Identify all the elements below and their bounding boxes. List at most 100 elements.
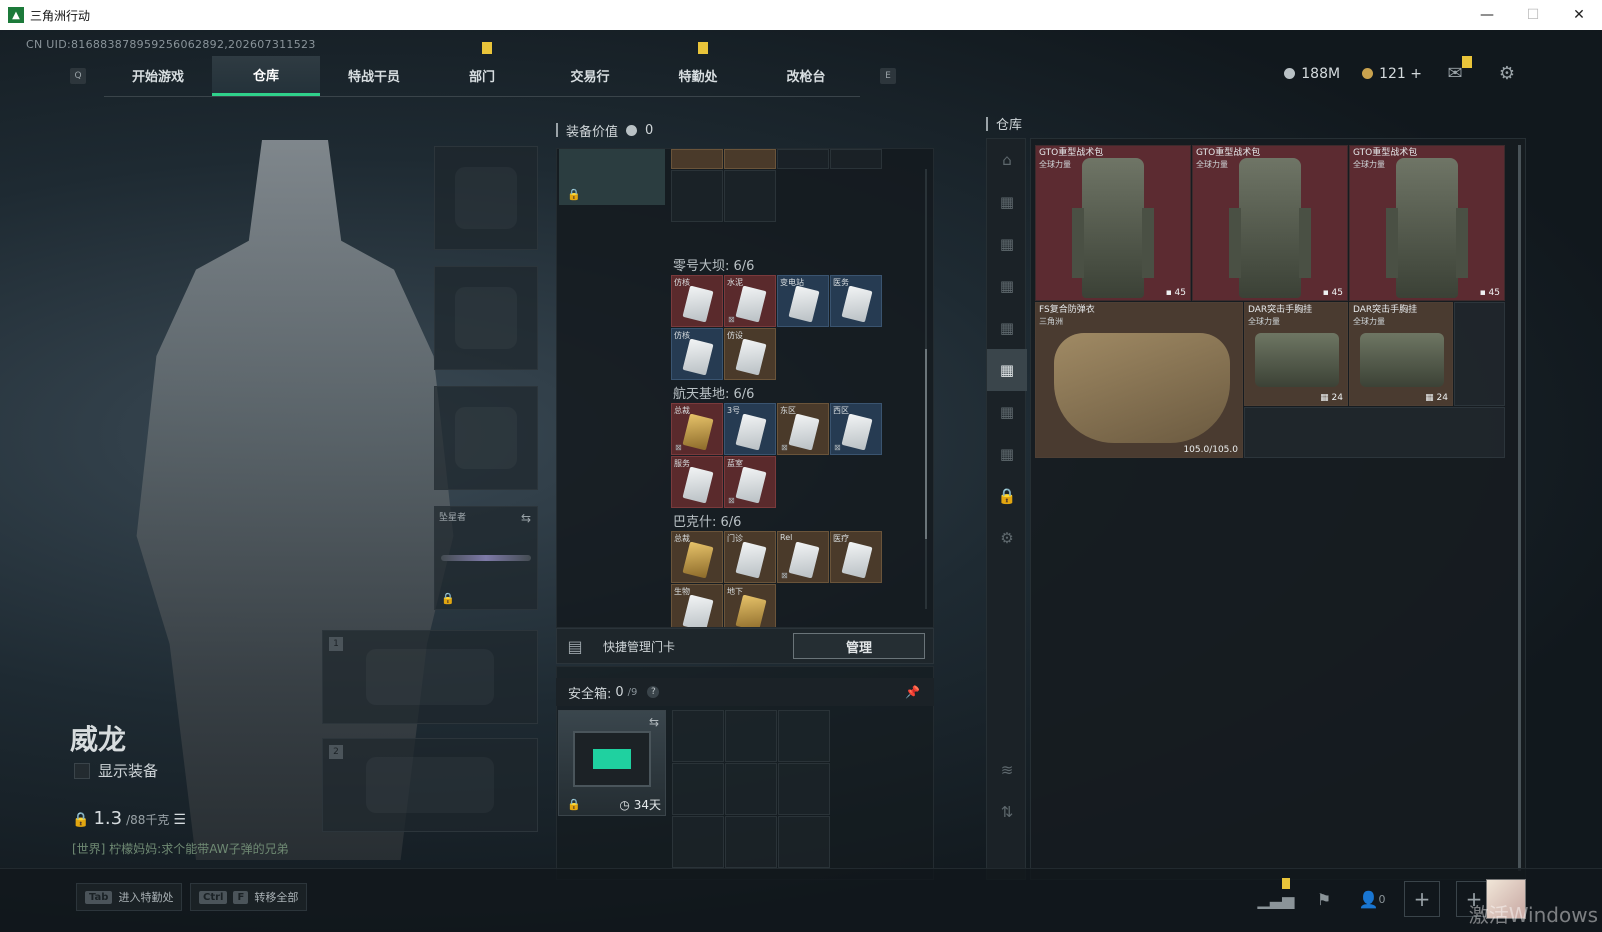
safe-box-item[interactable]: ⇆ 🔒 ◷ 34天	[558, 710, 666, 816]
slot-number: 1	[329, 637, 343, 651]
storage-7-icon[interactable]: ▦	[987, 433, 1027, 475]
armor-slot[interactable]	[434, 266, 538, 370]
keycard[interactable]: 生物	[671, 584, 723, 627]
body-armor-icon	[1054, 333, 1230, 443]
keycard-case[interactable]: 🔒	[559, 149, 665, 205]
flag-icon[interactable]: ⚑	[1308, 882, 1340, 916]
warehouse-item-backpack[interactable]: GTO重型战术包 全球力量 ▪ 45	[1349, 145, 1505, 301]
tab-warehouse[interactable]: 仓库	[212, 55, 320, 96]
empty-cell[interactable]	[671, 170, 723, 222]
keycard[interactable]: 3号	[724, 403, 776, 455]
keycard[interactable]: 水泥 ⊠	[724, 275, 776, 327]
warehouse-item-rig[interactable]: DAR突击手胸挂 全球力量 ▦ 24	[1349, 302, 1453, 406]
keycard[interactable]: 门诊	[724, 531, 776, 583]
warehouse-item-rig[interactable]: DAR突击手胸挂 全球力量 ▦ 24	[1244, 302, 1348, 406]
empty-cell[interactable]	[672, 763, 724, 815]
manage-button[interactable]: 管理	[793, 633, 925, 659]
pin-icon[interactable]: 📌	[905, 685, 920, 699]
nav-right-key[interactable]: E	[880, 68, 896, 84]
show-equipment-checkbox[interactable]	[74, 762, 90, 779]
tab-start-game[interactable]: 开始游戏	[104, 56, 212, 96]
swap-icon[interactable]: ⇆	[521, 511, 531, 525]
warehouse-scrollbar[interactable]	[1518, 145, 1521, 871]
stats-icon[interactable]: ▁▃▅	[1258, 878, 1294, 916]
helmet-slot[interactable]	[434, 146, 538, 250]
empty-cell[interactable]	[672, 710, 724, 762]
maximize-button[interactable]: ☐	[1510, 0, 1556, 30]
keycard[interactable]: 仿设	[724, 328, 776, 380]
world-chat-line[interactable]: [世界] 柠檬妈妈:求个能带AW子弹的兄弟	[72, 840, 289, 857]
mail-icon[interactable]: ✉	[1444, 56, 1472, 84]
card-slot[interactable]	[671, 149, 723, 169]
hint-special-ops[interactable]: Tab 进入特勤处	[76, 883, 183, 911]
pistol-slot[interactable]	[434, 386, 538, 490]
keycard[interactable]: 地下	[724, 584, 776, 627]
scroll-thumb[interactable]	[925, 349, 927, 539]
sort-icon[interactable]: ⇅	[987, 791, 1027, 833]
empty-cell[interactable]	[777, 149, 829, 169]
item-count: ▪ 45	[1322, 288, 1343, 298]
keycard[interactable]: 仿核	[671, 275, 723, 327]
empty-cell[interactable]	[725, 816, 777, 868]
keycard[interactable]: 西区 ⊠	[830, 403, 882, 455]
keycard[interactable]: 仿核	[671, 328, 723, 380]
tab-operators[interactable]: 特战干员	[320, 56, 428, 96]
warehouse-item-backpack[interactable]: GTO重型战术包 全球力量 ▪ 45	[1192, 145, 1348, 301]
item-count: ▦ 24	[1320, 393, 1343, 403]
primary-weapon-slot[interactable]: 1	[322, 630, 538, 724]
warehouse-all-icon[interactable]: ⌂	[987, 139, 1027, 181]
tab-special-ops[interactable]: 特勤处	[644, 41, 752, 96]
storage-2-icon[interactable]: ▦	[987, 223, 1027, 265]
empty-cell[interactable]	[724, 170, 776, 222]
keycard[interactable]: 总裁 ⊠	[671, 403, 723, 455]
tab-trade[interactable]: 交易行	[536, 56, 644, 96]
storage-6-icon[interactable]: ▦	[987, 391, 1027, 433]
keycard[interactable]: 医疗	[830, 531, 882, 583]
keycard[interactable]: 东区 ⊠	[777, 403, 829, 455]
empty-cell[interactable]	[778, 763, 830, 815]
warehouse-item-backpack[interactable]: GTO重型战术包 全球力量 ▪ 45	[1035, 145, 1191, 301]
card-slot[interactable]	[724, 149, 776, 169]
minimize-button[interactable]: —	[1464, 0, 1510, 30]
friends-icon[interactable]: 👤 0	[1356, 882, 1388, 916]
lock-icon[interactable]: 🔒	[987, 475, 1027, 517]
empty-cell[interactable]	[672, 816, 724, 868]
hint-transfer-all[interactable]: Ctrl F 转移全部	[190, 883, 308, 911]
secondary-weapon-slot[interactable]: 2	[322, 738, 538, 832]
add-gold-button[interactable]: +	[1410, 66, 1422, 82]
nav-left-key[interactable]: Q	[70, 68, 86, 84]
add-member-button[interactable]: +	[1404, 881, 1440, 917]
melee-slot[interactable]: 坠星者 ⇆ 🔒	[434, 506, 538, 610]
tab-department[interactable]: 部门	[428, 41, 536, 96]
empty-cell[interactable]	[778, 710, 830, 762]
keycard[interactable]: 医务	[830, 275, 882, 327]
swap-icon[interactable]: ⇆	[649, 715, 659, 729]
layers-icon[interactable]: ≋	[987, 749, 1027, 791]
empty-cell[interactable]	[830, 149, 882, 169]
storage-1-icon[interactable]: ▦	[987, 181, 1027, 223]
keycard[interactable]: 变电站	[777, 275, 829, 327]
gear-icon[interactable]: ⚙	[1496, 62, 1518, 84]
hint-label: 转移全部	[254, 891, 299, 904]
empty-cell[interactable]	[1454, 302, 1505, 406]
case-scrollbar[interactable]	[925, 169, 927, 609]
warehouse-item-armor[interactable]: FS复合防弹衣 三角洲 105.0/105.0	[1035, 302, 1243, 458]
empty-cell[interactable]	[725, 763, 777, 815]
keycard[interactable]: 蓝室 ⊠	[724, 456, 776, 508]
empty-cell[interactable]	[1244, 407, 1505, 458]
keycard[interactable]: 服务	[671, 456, 723, 508]
close-button[interactable]: ✕	[1556, 0, 1602, 30]
keycard[interactable]: 总裁	[671, 531, 723, 583]
show-equipment-toggle[interactable]: 显示装备	[74, 760, 158, 781]
storage-3-icon[interactable]: ▦	[987, 265, 1027, 307]
tab-gunsmith[interactable]: 改枪台	[752, 56, 860, 96]
bound-icon: ⊠	[781, 443, 788, 452]
list-icon[interactable]: ☰	[173, 812, 186, 828]
storage-5-icon[interactable]: ▦	[987, 349, 1027, 391]
help-icon[interactable]: ?	[647, 686, 660, 698]
empty-cell[interactable]	[778, 816, 830, 868]
empty-cell[interactable]	[725, 710, 777, 762]
storage-4-icon[interactable]: ▦	[987, 307, 1027, 349]
keycard[interactable]: Rel ⊠	[777, 531, 829, 583]
gear-icon[interactable]: ⚙	[987, 517, 1027, 559]
